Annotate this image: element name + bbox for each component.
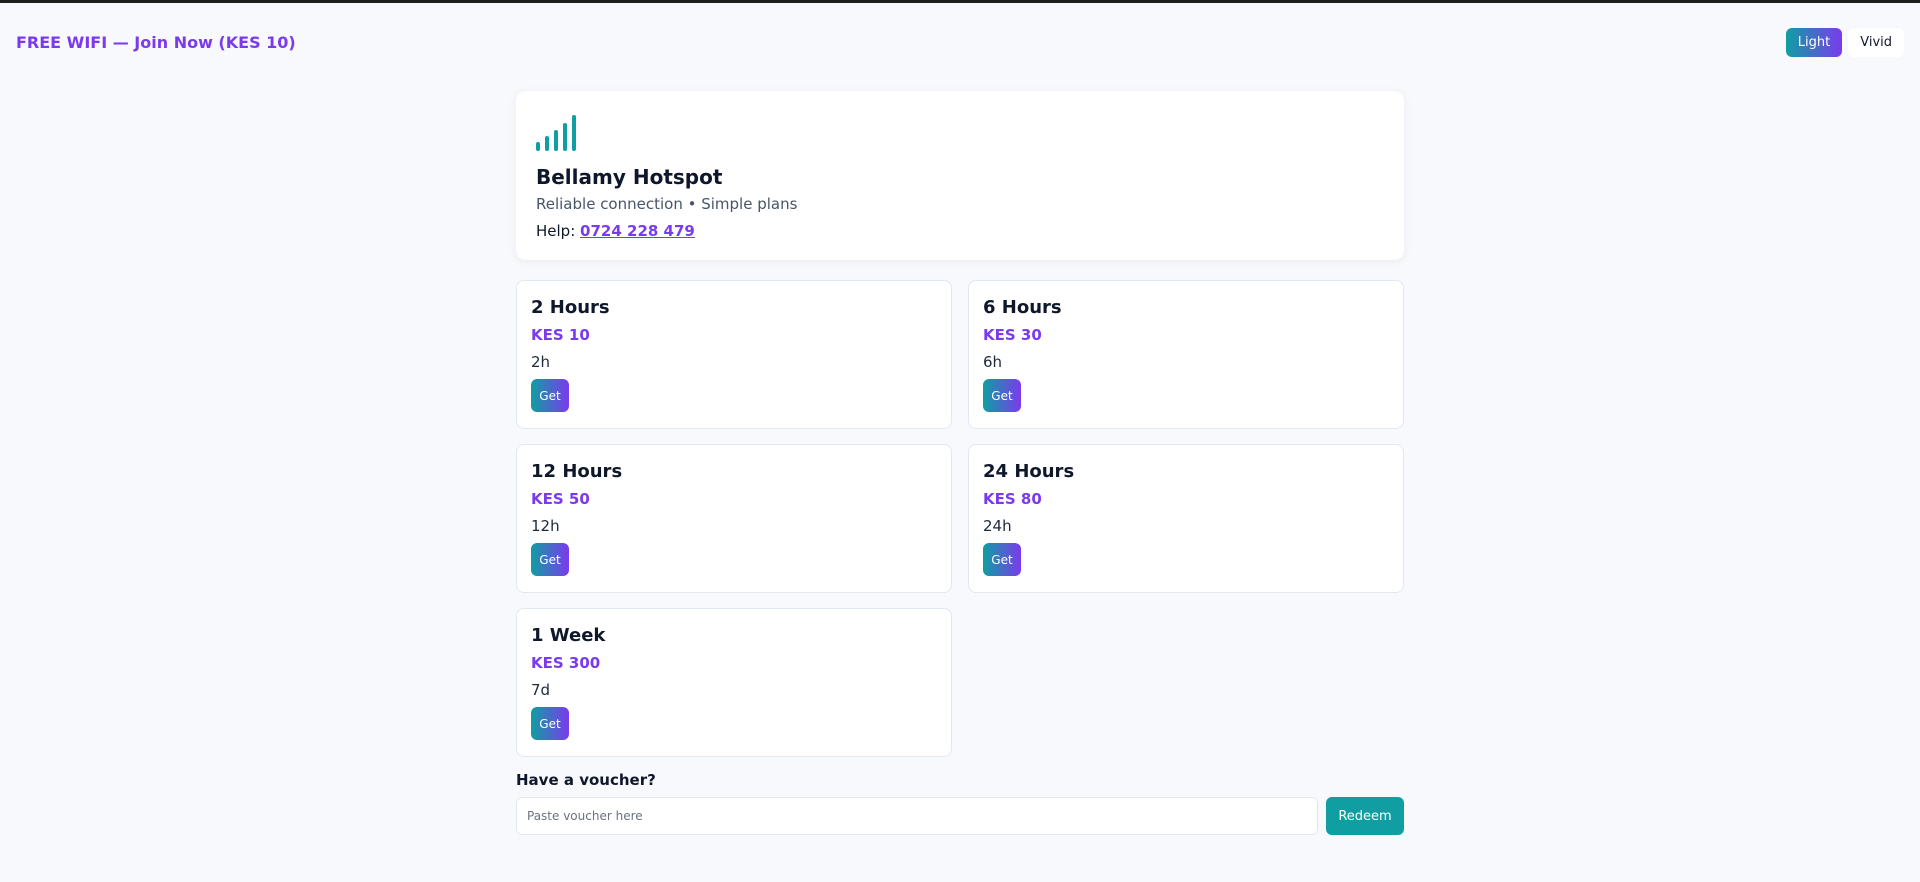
- theme-vivid-button[interactable]: Vivid: [1848, 27, 1904, 57]
- get-plan-button[interactable]: Get: [983, 543, 1021, 576]
- hotspot-tagline: Reliable connection • Simple plans: [536, 195, 798, 213]
- get-plan-button[interactable]: Get: [531, 543, 569, 576]
- voucher-section: Have a voucher? Redeem: [516, 771, 1404, 835]
- help-phone-link[interactable]: 0724 228 479: [580, 222, 695, 240]
- plan-price: KES 300: [531, 654, 601, 672]
- plan-duration: 12h: [531, 517, 560, 535]
- get-plan-button[interactable]: Get: [983, 379, 1021, 412]
- plan-card-2-hours: 2 Hours KES 10 2h Get: [516, 280, 952, 429]
- plan-price: KES 10: [531, 326, 590, 344]
- signal-bars-icon: [536, 115, 1384, 151]
- top-bar: FREE WIFI — Join Now (KES 10) Light Vivi…: [0, 3, 1920, 81]
- redeem-button[interactable]: Redeem: [1326, 797, 1404, 835]
- get-plan-button[interactable]: Get: [531, 379, 569, 412]
- theme-light-button[interactable]: Light: [1785, 27, 1843, 57]
- theme-switch: Light Vivid: [1785, 27, 1904, 57]
- help-line: Help: 0724 228 479: [536, 222, 1384, 240]
- plan-duration: 6h: [983, 353, 1003, 371]
- plan-name: 2 Hours: [531, 297, 610, 318]
- plan-card-1-week: 1 Week KES 300 7d Get: [516, 608, 952, 757]
- hotspot-title: Bellamy Hotspot: [536, 165, 723, 189]
- plan-name: 12 Hours: [531, 461, 623, 482]
- plan-card-12-hours: 12 Hours KES 50 12h Get: [516, 444, 952, 593]
- get-plan-button[interactable]: Get: [531, 707, 569, 740]
- voucher-label: Have a voucher?: [516, 771, 656, 789]
- plan-price: KES 50: [531, 490, 590, 508]
- plan-name: 24 Hours: [983, 461, 1075, 482]
- plans-grid: 2 Hours KES 10 2h Get 6 Hours KES 30 6h …: [516, 280, 1404, 757]
- plan-price: KES 80: [983, 490, 1042, 508]
- plan-name: 6 Hours: [983, 297, 1062, 318]
- plan-price: KES 30: [983, 326, 1042, 344]
- hotspot-header-card: Bellamy Hotspot Reliable connection • Si…: [516, 91, 1404, 260]
- voucher-input[interactable]: [516, 797, 1318, 835]
- help-label: Help:: [536, 222, 576, 240]
- plan-duration: 24h: [983, 517, 1012, 535]
- voucher-row: Redeem: [516, 797, 1404, 835]
- plan-duration: 2h: [531, 353, 551, 371]
- free-wifi-promo-link[interactable]: FREE WIFI — Join Now (KES 10): [16, 33, 296, 52]
- plan-card-24-hours: 24 Hours KES 80 24h Get: [968, 444, 1404, 593]
- plan-name: 1 Week: [531, 625, 606, 646]
- main-container: Bellamy Hotspot Reliable connection • Si…: [516, 91, 1404, 835]
- plan-duration: 7d: [531, 681, 551, 699]
- plan-card-6-hours: 6 Hours KES 30 6h Get: [968, 280, 1404, 429]
